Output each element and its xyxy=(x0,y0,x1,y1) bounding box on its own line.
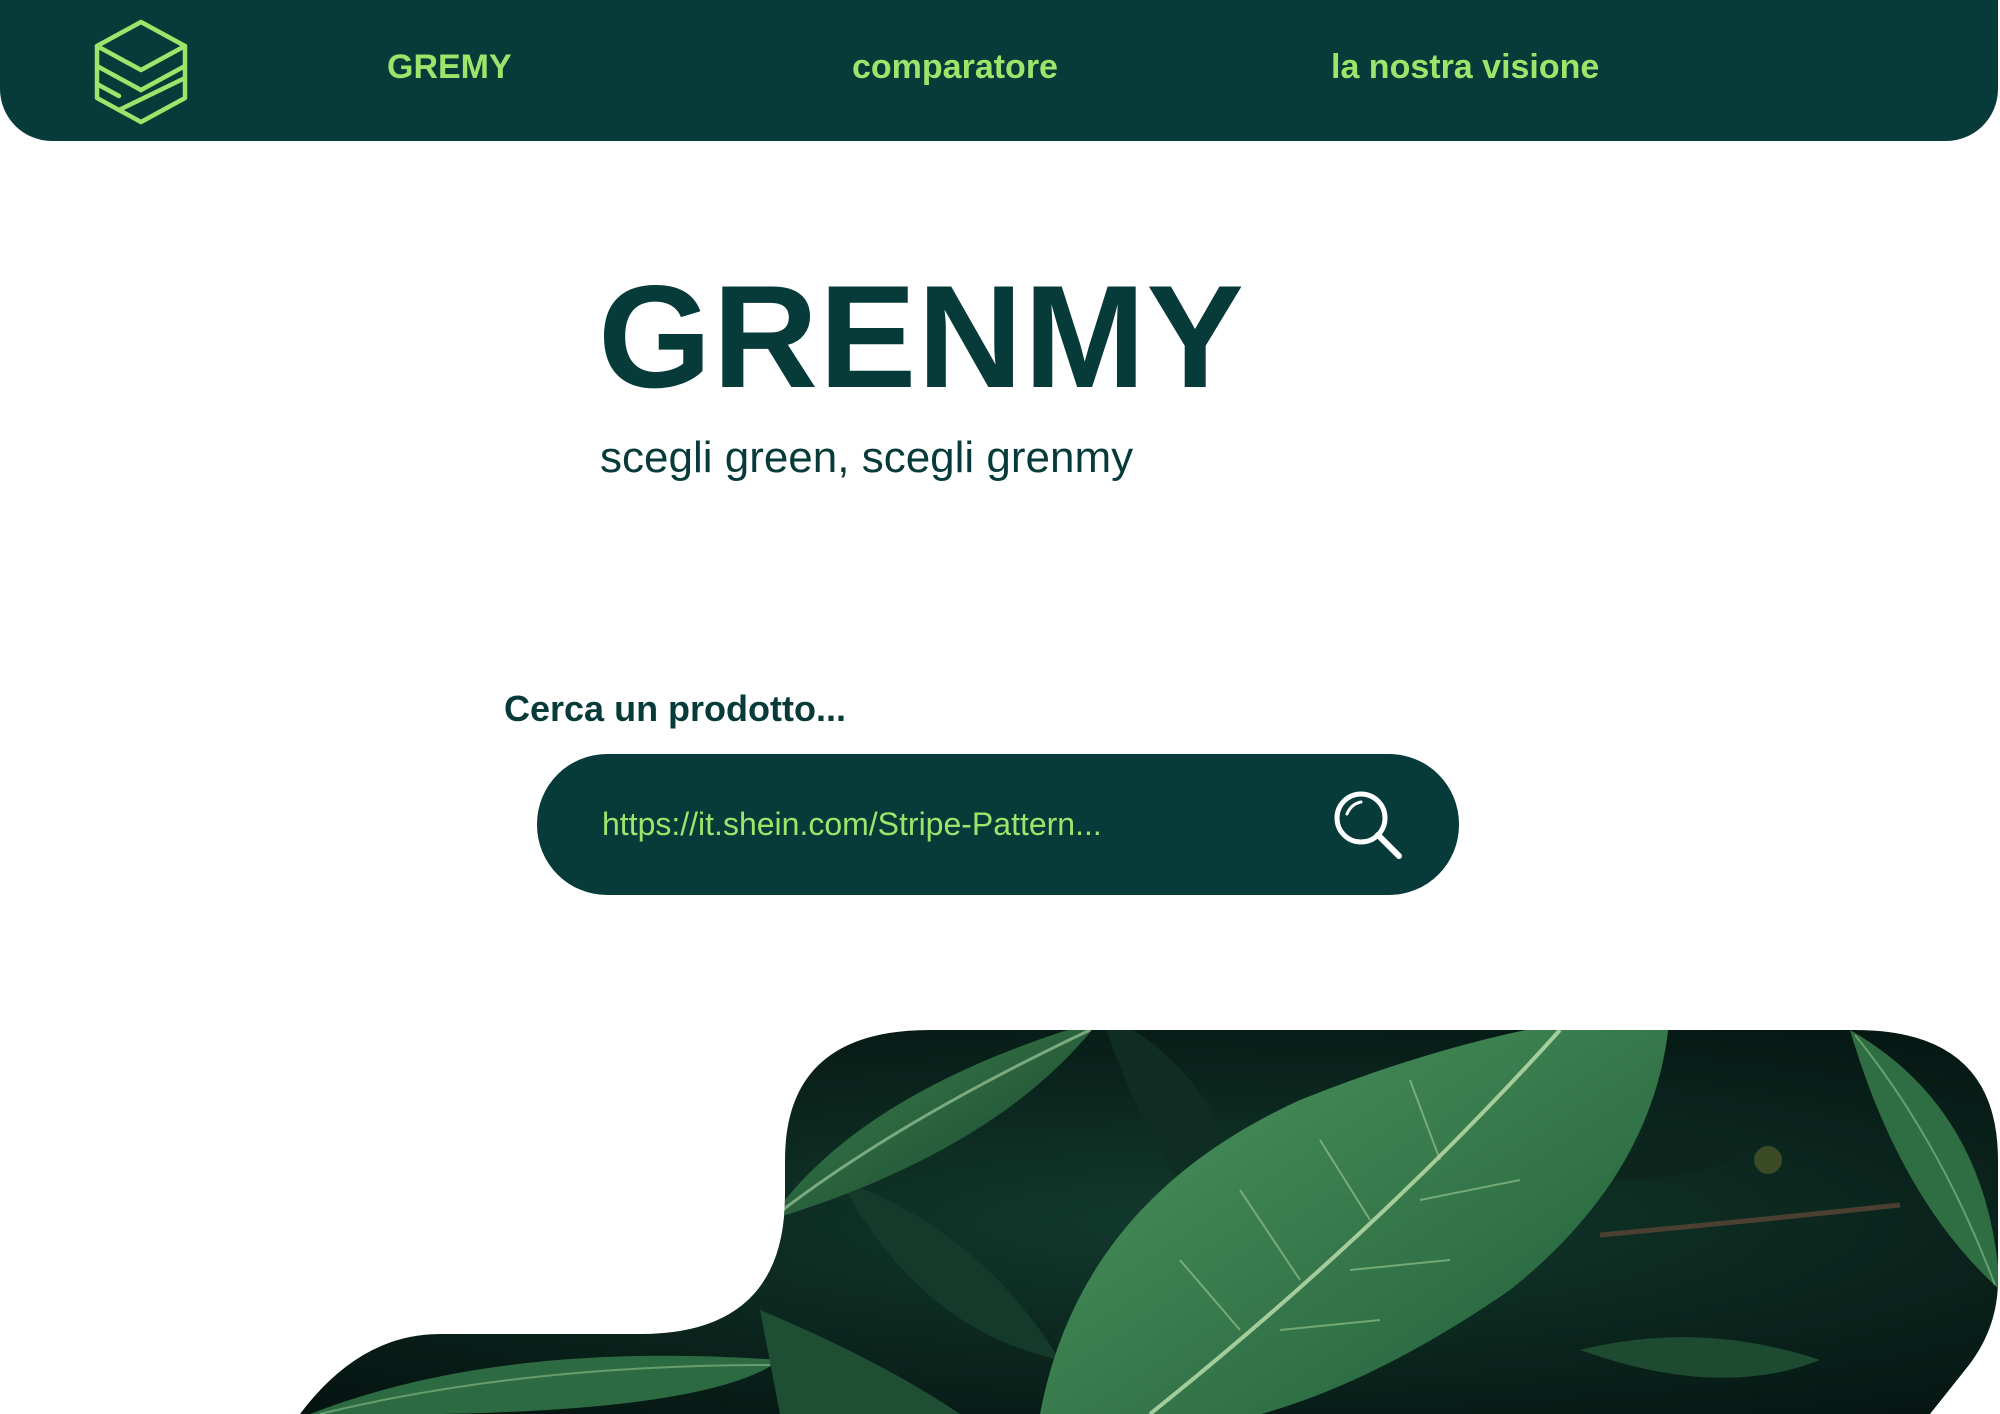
nav-link-la-nostra-visione[interactable]: la nostra visione xyxy=(1331,48,1599,87)
search-label: Cerca un prodotto... xyxy=(504,688,846,729)
leaf-photo-image xyxy=(300,1030,1998,1414)
nav-link-gremy[interactable]: GREMY xyxy=(387,48,512,87)
hero-title: GRENMY xyxy=(598,255,1245,418)
top-navbar: GREMY comparatore la nostra visione xyxy=(0,0,1998,141)
search-input[interactable] xyxy=(602,798,1302,850)
hero-subtitle: scegli green, scegli grenmy xyxy=(600,433,1134,482)
search-icon[interactable] xyxy=(1327,784,1407,864)
search-bar xyxy=(537,754,1459,895)
nav-link-comparatore[interactable]: comparatore xyxy=(852,48,1058,87)
logo-icon[interactable] xyxy=(93,18,189,126)
